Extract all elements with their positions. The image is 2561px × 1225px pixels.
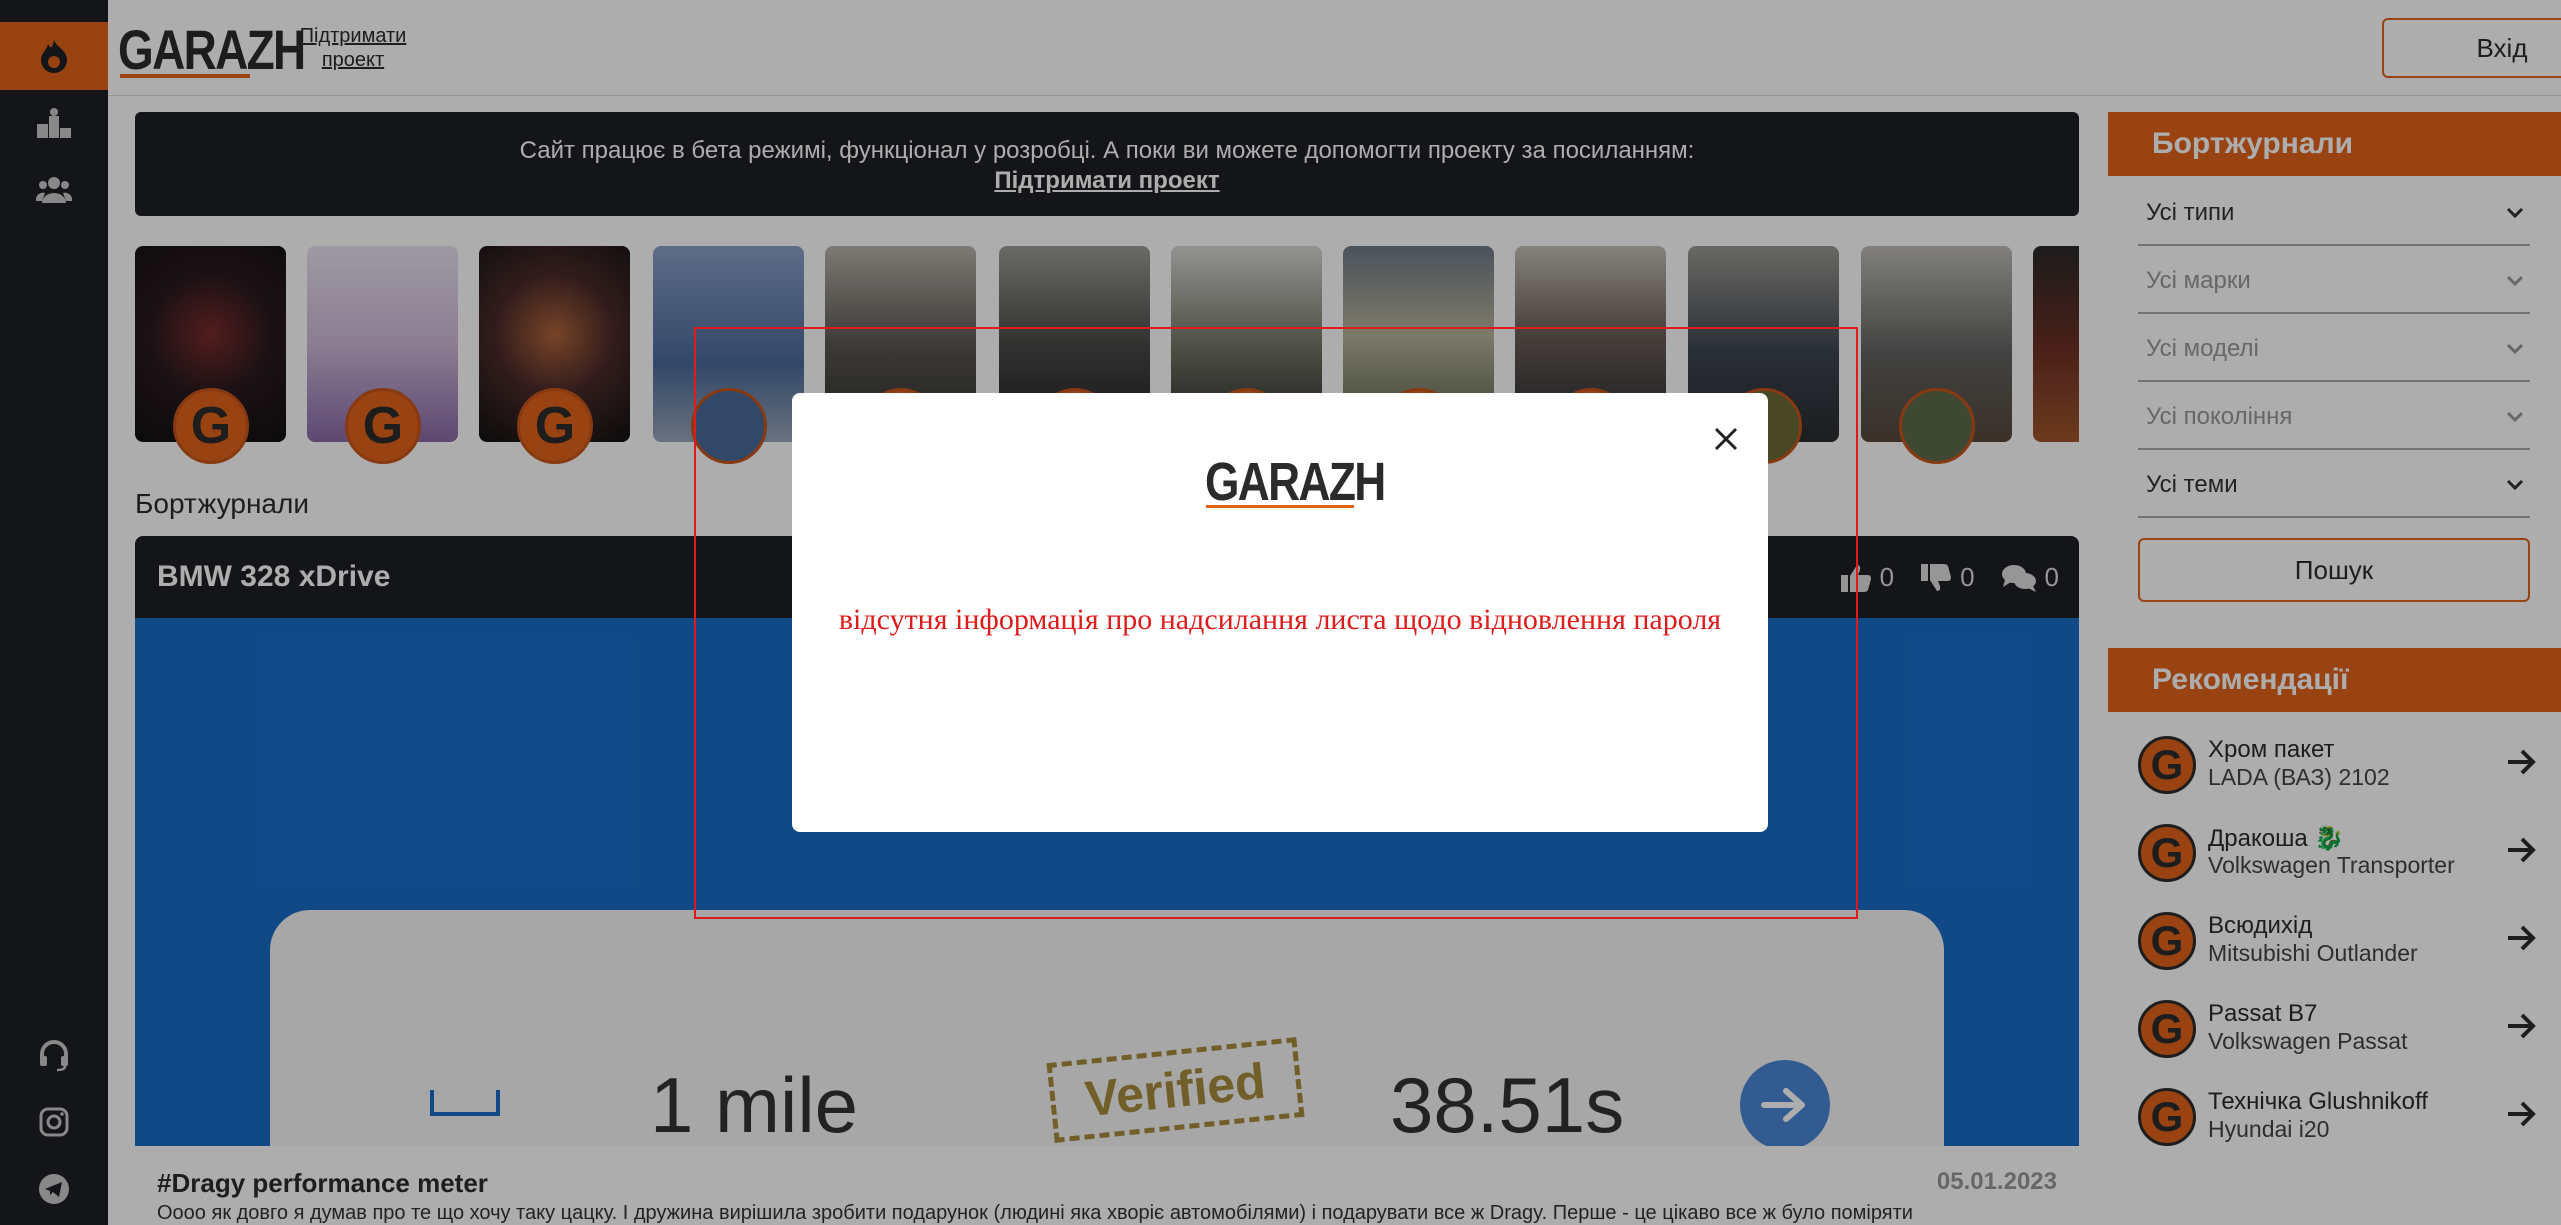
highlight-frame <box>694 327 1858 919</box>
